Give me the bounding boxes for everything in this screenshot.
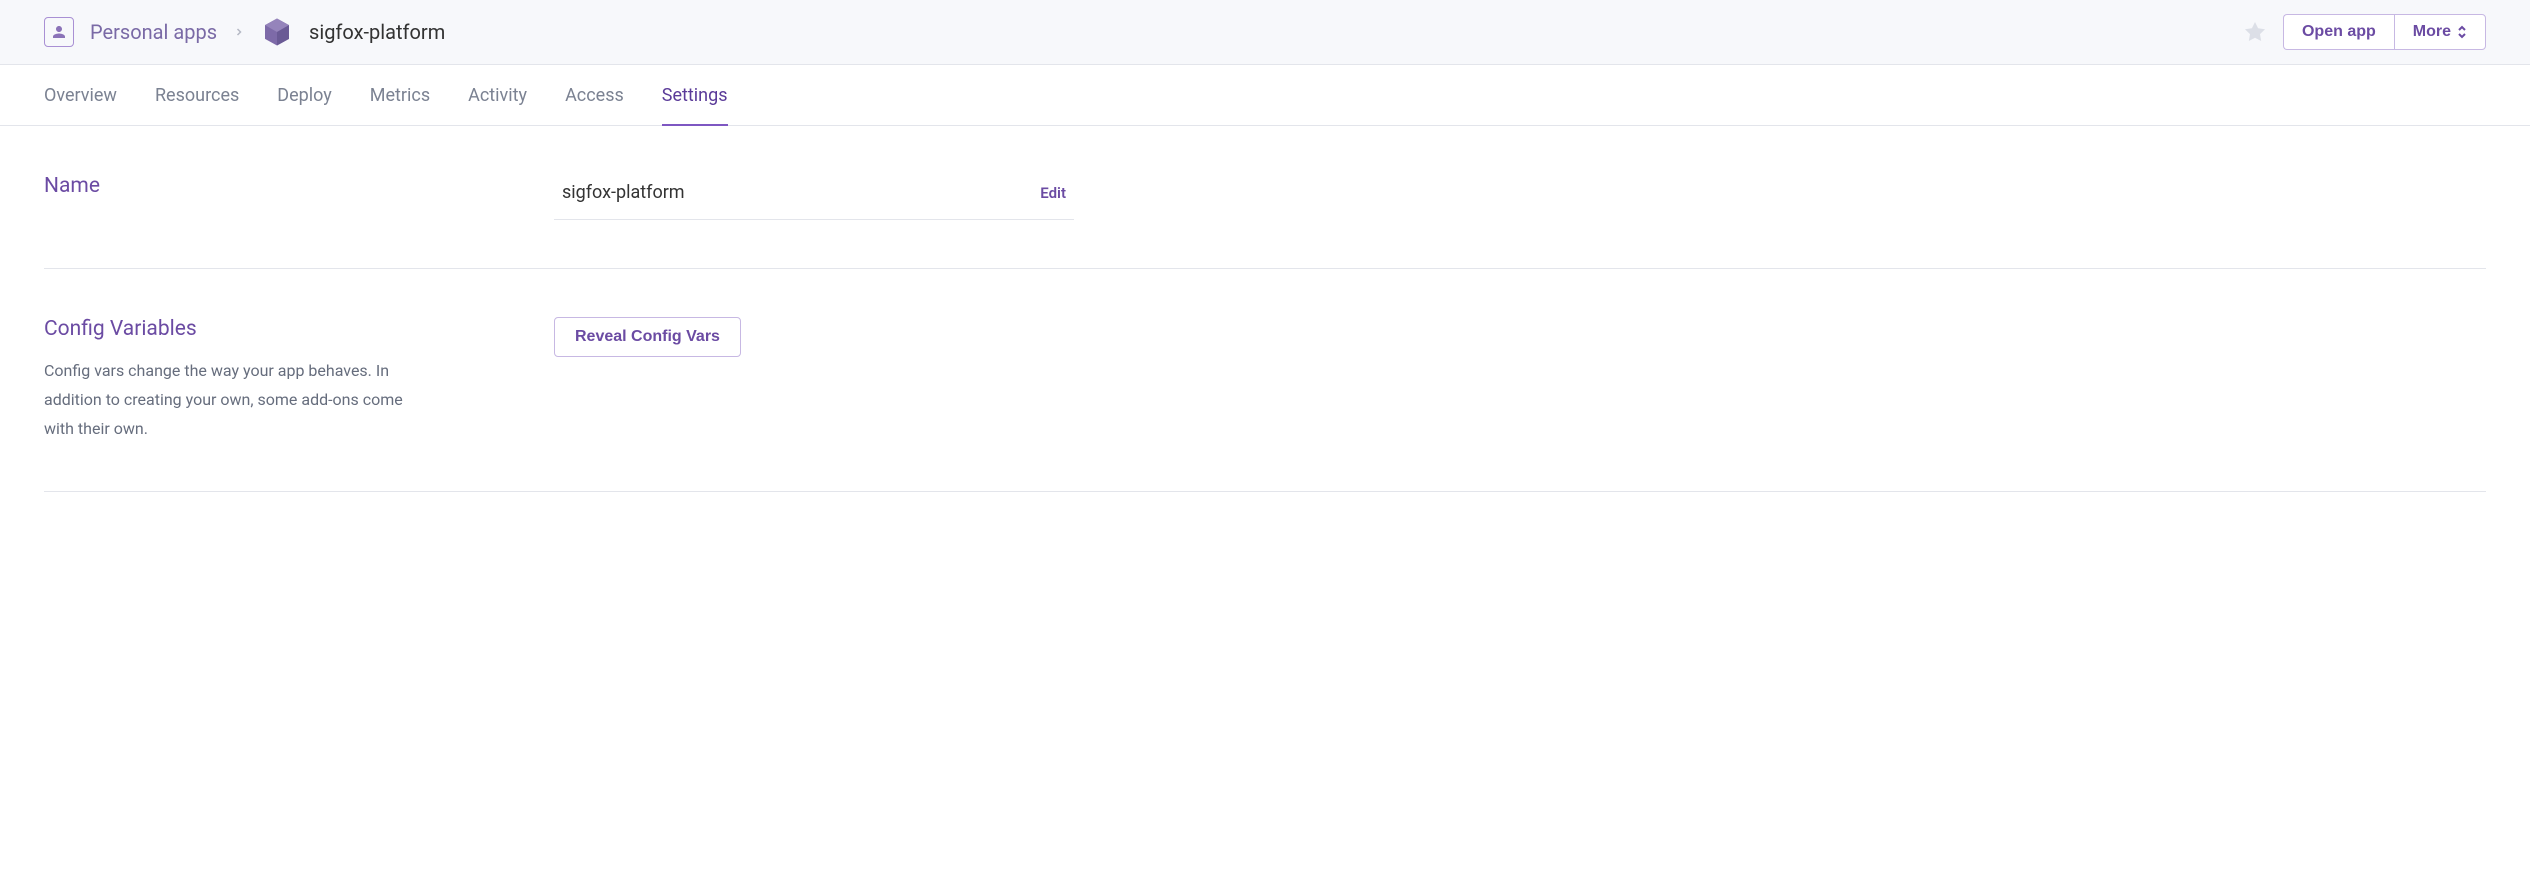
header-actions: Open app More	[2243, 14, 2486, 50]
name-row: sigfox-platform Edit	[554, 174, 1074, 220]
hexagon-icon	[261, 16, 293, 48]
section-name-right: sigfox-platform Edit	[554, 174, 1074, 220]
tab-activity[interactable]: Activity	[468, 65, 527, 126]
open-app-button[interactable]: Open app	[2283, 14, 2394, 50]
chevron-up-down-icon	[2457, 25, 2467, 39]
section-name-left: Name	[44, 174, 554, 220]
section-config-title: Config Variables	[44, 317, 514, 341]
breadcrumb: Personal apps sigfox-platform	[44, 16, 445, 48]
person-icon[interactable]	[44, 17, 74, 47]
section-name: Name sigfox-platform Edit	[44, 126, 2486, 269]
tab-overview[interactable]: Overview	[44, 65, 117, 126]
header-button-group: Open app More	[2283, 14, 2486, 50]
star-icon[interactable]	[2243, 20, 2267, 44]
section-config-right: Reveal Config Vars	[554, 317, 1074, 443]
section-config-left: Config Variables Config vars change the …	[44, 317, 554, 443]
section-name-title: Name	[44, 174, 514, 198]
chevron-right-icon	[233, 26, 245, 38]
tab-bar: Overview Resources Deploy Metrics Activi…	[0, 65, 2530, 126]
header-bar: Personal apps sigfox-platform Open app M…	[0, 0, 2530, 65]
tab-metrics[interactable]: Metrics	[370, 65, 430, 126]
section-config-vars: Config Variables Config vars change the …	[44, 269, 2486, 492]
section-config-description: Config vars change the way your app beha…	[44, 357, 424, 443]
breadcrumb-personal-apps[interactable]: Personal apps	[90, 20, 217, 44]
breadcrumb-app-name: sigfox-platform	[309, 20, 445, 44]
tab-settings[interactable]: Settings	[662, 65, 728, 126]
app-name-value: sigfox-platform	[562, 182, 685, 203]
reveal-config-vars-button[interactable]: Reveal Config Vars	[554, 317, 741, 357]
edit-name-button[interactable]: Edit	[1040, 184, 1066, 202]
content-area: Name sigfox-platform Edit Config Variabl…	[0, 126, 2530, 492]
tab-deploy[interactable]: Deploy	[277, 65, 332, 126]
tab-access[interactable]: Access	[565, 65, 624, 126]
more-button[interactable]: More	[2394, 14, 2486, 50]
more-button-label: More	[2413, 23, 2451, 41]
tab-resources[interactable]: Resources	[155, 65, 239, 126]
